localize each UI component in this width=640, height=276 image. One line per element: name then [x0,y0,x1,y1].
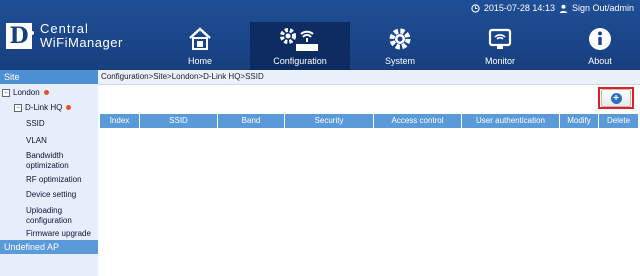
col-delete: Delete [606,116,631,125]
sidebar-item-rf[interactable]: RF optimization [26,175,82,184]
col-user-auth: User authentication [462,114,560,128]
col-band: Band [218,114,285,128]
logo-mark: D [6,23,34,49]
sidebar-item-uploading[interactable]: Uploading configuration [26,206,92,226]
breadcrumb: Configuration>Site>London>D-Link HQ>SSID [98,70,640,85]
configuration-icon [280,28,318,51]
nav-home[interactable]: Home [150,22,250,70]
status-dot-icon [66,105,72,111]
col-ssid: SSID [140,114,218,128]
add-icon: + [610,92,622,104]
col-access-control: Access control [374,114,462,128]
sidebar: Site − London − D-Link HQ SSID VLAN Bandwi… [0,70,98,276]
main-content: Configuration>Site>London>D-Link HQ>SSID… [98,70,640,276]
sidebar-item-bandwidth[interactable]: Bandwidth optimization [26,151,92,171]
status-dot-icon [43,90,49,96]
sidebar-item-firmware[interactable]: Firmware upgrade [26,229,91,238]
collapse-toggle-icon[interactable]: − [2,88,10,97]
top-bar: 2015-07-28 14:13 Sign Out/admin [471,3,634,13]
table-header: Index SSID Band Security Access control … [100,114,638,128]
col-security: Security [285,114,374,128]
nav-configuration[interactable]: Configuration [250,22,350,70]
home-icon [189,27,211,50]
tree-group-dlinkhq[interactable]: − D-Link HQ [14,103,72,112]
sidebar-item-device[interactable]: Device setting [26,190,76,199]
datetime: 2015-07-28 14:13 [483,3,555,13]
sidebar-header: Site [0,70,98,84]
collapse-toggle-icon[interactable]: − [14,103,22,112]
gear-icon [389,28,411,50]
logo: D Central WiFiManager [6,22,123,50]
clock-icon [471,3,480,13]
app-header: 2015-07-28 14:13 Sign Out/admin D Centra… [0,0,640,70]
signout-link[interactable]: Sign Out/admin [572,3,634,13]
main-nav: Home Configuration System Monitor About [150,22,640,70]
tree-site-london[interactable]: − London [2,88,49,97]
sidebar-item-vlan[interactable]: VLAN [26,136,47,145]
info-icon [589,28,611,50]
logo-line2: WiFiManager [40,35,123,50]
sidebar-undefined-ap[interactable]: Undefined AP [0,240,98,254]
sidebar-item-ssid[interactable]: SSID [26,119,45,128]
add-ssid-button[interactable]: + [598,87,634,109]
col-modify: Modify [560,114,599,128]
logo-line1: Central [40,21,89,36]
nav-about[interactable]: About [550,22,640,70]
col-index: Index [100,114,140,128]
nav-system[interactable]: System [350,22,450,70]
monitor-icon [488,28,512,49]
nav-monitor[interactable]: Monitor [450,22,550,70]
user-icon [559,4,568,13]
